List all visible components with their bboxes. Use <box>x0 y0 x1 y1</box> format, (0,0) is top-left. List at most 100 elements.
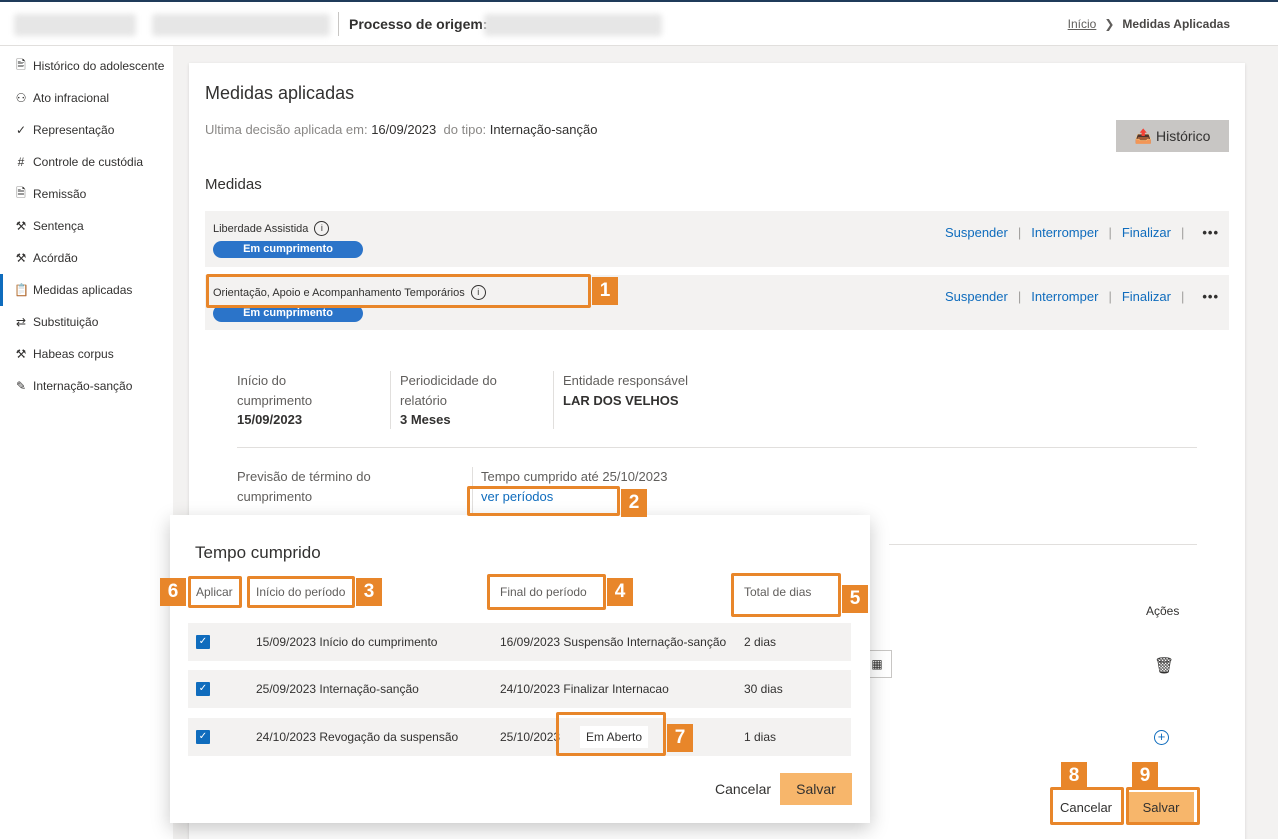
more-options-icon[interactable]: ••• <box>1202 225 1219 240</box>
sidebar-item-substituicao[interactable]: ⇄ Substituição <box>0 306 173 338</box>
apply-checkbox[interactable]: ✓ <box>196 682 210 696</box>
period-start: 24/10/2023 Revogação da suspensão <box>256 730 459 744</box>
historico-button[interactable]: 📤 Histórico <box>1116 120 1229 152</box>
trash-icon[interactable]: 🗑 <box>1154 656 1174 676</box>
sidebar-item-medidas-aplicadas[interactable]: 📋 Medidas aplicadas <box>0 274 173 306</box>
apply-checkbox[interactable]: ✓ <box>196 730 210 744</box>
sidebar-item-internacao-sancao[interactable]: ✎ Internação-sanção <box>0 370 173 402</box>
add-circle-icon[interactable]: + <box>1154 730 1169 745</box>
historico-button-label: Histórico <box>1155 128 1211 144</box>
dialog-title: Tempo cumprido <box>195 543 321 562</box>
header-divider <box>338 12 339 36</box>
medida-name: Liberdade Assistida i <box>213 221 330 236</box>
more-options-icon[interactable]: ••• <box>1202 289 1219 304</box>
status-badge: Em cumprimento <box>213 241 363 258</box>
info-icon[interactable]: i <box>314 221 330 236</box>
period-total: 2 dias <box>744 635 777 649</box>
checkmark-icon: ✓ <box>15 123 27 137</box>
blurred-name <box>14 14 136 36</box>
blurred-process-number <box>152 14 330 36</box>
sidebar-item-remissao[interactable]: 🗎 Remissão <box>0 178 173 210</box>
sidebar-item-ato-infracional[interactable]: ⚇ Ato infracional <box>0 82 173 114</box>
period-start: 15/09/2023 Início do cumprimento <box>256 635 438 649</box>
period-end: 16/09/2023 Suspensão Internação-sanção <box>500 635 727 649</box>
sidebar-item-label: Acórdão <box>33 251 78 265</box>
annotation-box <box>731 573 841 617</box>
breadcrumb-current: Medidas Aplicadas <box>1122 17 1230 31</box>
sidebar-item-label: Representação <box>33 123 115 137</box>
annotation-box <box>188 576 242 608</box>
chevron-right-icon: ❯ <box>1104 17 1115 31</box>
annotation-number: 9 <box>1132 762 1158 790</box>
person-icon: ⚇ <box>15 91 27 105</box>
annotation-number: 2 <box>621 489 647 517</box>
type-label: do tipo: <box>443 122 487 137</box>
periodicidade-value: 3 Meses <box>400 412 451 427</box>
suspend-link[interactable]: Suspender <box>945 289 1008 304</box>
annotation-number: 3 <box>356 578 382 606</box>
last-decision-label: Ultima decisão aplicada em: <box>205 122 368 137</box>
sidebar: 🖹 Histórico do adolescente ⚇ Ato infraci… <box>0 46 173 839</box>
previsao-label: Previsão de término do cumprimento <box>237 469 371 504</box>
gavel-icon: ⚒ <box>15 347 27 361</box>
periodicidade-label: Periodicidade do relatório <box>400 373 497 408</box>
grid-icon: # <box>17 155 25 169</box>
finalize-link[interactable]: Finalizar <box>1122 289 1171 304</box>
divider: | <box>1017 289 1022 304</box>
acoes-heading: Ações <box>1146 604 1180 618</box>
dialog-cancel-button[interactable]: Cancelar <box>710 773 776 805</box>
document-search-icon: 🗎 <box>16 185 26 200</box>
sidebar-item-historico[interactable]: 🖹 Histórico do adolescente <box>0 50 173 82</box>
tempo-label: Tempo cumprido até 25/10/2023 <box>481 469 668 484</box>
dialog-save-button[interactable]: Salvar <box>780 773 852 805</box>
interrupt-link[interactable]: Interromper <box>1031 225 1098 240</box>
sidebar-item-controle-custodia[interactable]: # Controle de custódia <box>0 146 173 178</box>
type-value: Internação-sanção <box>489 122 598 137</box>
divider: | <box>1180 225 1185 240</box>
tempo-cumprido-dialog: Tempo cumprido Aplicar Início do período… <box>170 515 870 823</box>
period-end: 24/10/2023 Finalizar Internacao <box>500 682 669 696</box>
origin-label: Processo de origem: <box>349 16 488 32</box>
inicio-label: Início do cumprimento <box>237 373 313 408</box>
apply-checkbox[interactable]: ✓ <box>196 635 210 649</box>
annotation-box <box>247 576 355 608</box>
interrupt-link[interactable]: Interromper <box>1031 289 1098 304</box>
annotation-number: 7 <box>667 724 693 752</box>
suspend-link[interactable]: Suspender <box>945 225 1008 240</box>
divider <box>889 544 1197 545</box>
divider: | <box>1108 225 1112 240</box>
annotation-box <box>1050 787 1124 825</box>
annotation-number: 4 <box>607 578 633 606</box>
last-decision-info: Ultima decisão aplicada em: 16/09/2023 d… <box>205 122 597 137</box>
sidebar-item-habeas-corpus[interactable]: ⚒ Habeas corpus <box>0 338 173 370</box>
annotation-number: 8 <box>1061 762 1087 790</box>
sidebar-item-acordao[interactable]: ⚒ Acórdão <box>0 242 173 274</box>
divider <box>390 371 391 429</box>
table-row: ✓ 15/09/2023 Início do cumprimento 16/09… <box>188 623 851 661</box>
breadcrumb-home-link[interactable]: Início <box>1068 17 1097 31</box>
annotation-box <box>556 712 666 756</box>
entidade-label: Entidade responsável <box>563 373 689 388</box>
sidebar-item-representacao[interactable]: ✓ Representação <box>0 114 173 146</box>
divider <box>553 371 554 429</box>
sidebar-item-label: Controle de custódia <box>33 155 144 169</box>
table-row: ✓ 25/09/2023 Internação-sanção 24/10/202… <box>188 670 851 708</box>
blurred-origin-value <box>484 14 662 36</box>
divider <box>237 447 1197 448</box>
annotation-box <box>487 574 606 610</box>
annotation-box <box>1126 787 1200 825</box>
divider: | <box>1180 289 1185 304</box>
sidebar-item-label: Sentença <box>33 219 84 233</box>
medidas-heading: Medidas <box>205 176 262 193</box>
period-total: 1 dias <box>744 730 777 744</box>
table-row: ✓ 24/10/2023 Revogação da suspensão 25/1… <box>188 718 851 756</box>
period-end: 25/10/2023 <box>500 730 561 744</box>
top-header: Processo de origem: Início ❯ Medidas Apl… <box>0 0 1278 46</box>
medida-actions: Suspender | Interromper | Finalizar | ••… <box>945 225 1219 240</box>
sidebar-item-label: Substituição <box>33 315 99 329</box>
sidebar-item-label: Histórico do adolescente <box>33 59 165 73</box>
entidade-value: LAR DOS VELHOS <box>563 393 679 408</box>
breadcrumb: Início ❯ Medidas Aplicadas <box>1068 17 1230 31</box>
finalize-link[interactable]: Finalizar <box>1122 225 1171 240</box>
sidebar-item-sentenca[interactable]: ⚒ Sentença <box>0 210 173 242</box>
